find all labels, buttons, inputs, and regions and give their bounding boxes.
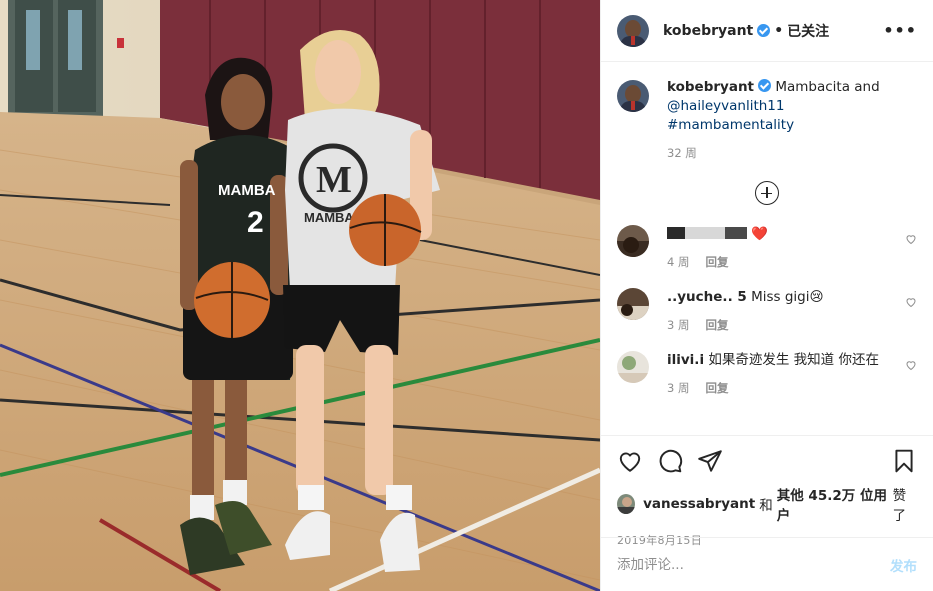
save-bookmark-icon[interactable] (891, 448, 917, 474)
red-heart-emoji: ❤️ (751, 226, 769, 242)
comment-time[interactable]: 3 周 (667, 380, 689, 396)
like-comment-heart-icon[interactable] (905, 233, 917, 245)
more-options-button[interactable]: ••• (883, 21, 917, 40)
likes-summary: vanessabryant 和 其他 45.2万 位用户 赞了 (617, 484, 917, 524)
svg-text:M: M (316, 159, 352, 201)
caption-avatar[interactable] (617, 80, 649, 112)
liker-avatar[interactable] (617, 494, 636, 514)
caption-time[interactable]: 32 周 (667, 145, 697, 161)
post-comment-button[interactable]: 发布 (890, 555, 917, 575)
verified-badge-icon (758, 79, 772, 92)
basketball-gym-photo: MAMBA 2 M MAMBA (0, 0, 600, 591)
reply-button[interactable]: 回复 (705, 254, 728, 270)
comment-time[interactable]: 3 周 (667, 317, 689, 333)
commenter-username[interactable]: ..yuche.. 5 (667, 289, 747, 305)
comment-text: ilivi.i 如果奇迹发生 我知道 你还在 (667, 351, 907, 370)
header-separator: • (774, 22, 784, 39)
load-more-comments (617, 181, 917, 205)
comment-bubble-icon[interactable] (657, 448, 683, 474)
action-icons (617, 446, 917, 476)
liker-username[interactable]: vanessabryant (643, 496, 755, 512)
commenter-avatar[interactable] (617, 351, 649, 383)
comment-item: ilivi.i 如果奇迹发生 我知道 你还在 3 周 回复 (617, 351, 917, 396)
comment-text: ..yuche.. 5 Miss gigi😢 (667, 288, 907, 307)
svg-text:MAMBA: MAMBA (304, 210, 354, 225)
author-avatar[interactable] (617, 14, 649, 47)
post-photo[interactable]: MAMBA 2 M MAMBA (0, 0, 600, 591)
load-more-plus-icon[interactable] (755, 181, 779, 205)
post-header: kobebryant • 已关注 ••• (601, 0, 933, 62)
post-actions: vanessabryant 和 其他 45.2万 位用户 赞了 2019年8月1… (601, 435, 933, 547)
comment-body: 如果奇迹发生 我知道 你还在 (708, 352, 879, 368)
svg-text:MAMBA: MAMBA (218, 182, 276, 199)
svg-text:2: 2 (247, 206, 264, 239)
reply-button[interactable]: 回复 (705, 317, 728, 333)
mention-link[interactable]: @haileyvanlith11 (667, 98, 784, 114)
likes-and: 和 (759, 498, 773, 514)
reply-button[interactable]: 回复 (705, 380, 728, 396)
caption-username[interactable]: kobebryant (667, 79, 754, 95)
instagram-post: MAMBA 2 M MAMBA kobebryant • 已关注 ••• kob… (0, 0, 933, 591)
verified-badge-icon (757, 24, 771, 37)
post-panel: kobebryant • 已关注 ••• kobebryant Mambacit… (600, 0, 933, 591)
share-paper-plane-icon[interactable] (697, 448, 723, 474)
caption: kobebryant Mambacita and @haileyvanlith1… (617, 78, 917, 161)
comment-input[interactable] (617, 556, 890, 573)
caption-body: Mambacita and (775, 79, 880, 95)
like-heart-icon[interactable] (617, 448, 643, 474)
like-comment-heart-icon[interactable] (905, 296, 917, 308)
comment-meta: 4 周 回复 (667, 254, 907, 270)
hashtag-link[interactable]: #mambamentality (667, 117, 794, 133)
comments-section[interactable]: kobebryant Mambacita and @haileyvanlith1… (601, 62, 933, 435)
likes-count[interactable]: 其他 45.2万 位用户 (777, 484, 889, 524)
comment-body: Miss gigi😢 (751, 289, 824, 305)
author-username[interactable]: kobebryant (663, 23, 753, 39)
like-comment-heart-icon[interactable] (905, 359, 917, 371)
comment-meta: 3 周 回复 (667, 380, 907, 396)
redacted-username[interactable] (667, 226, 747, 239)
commenter-avatar[interactable] (617, 288, 649, 320)
likes-suffix: 赞了 (892, 488, 907, 524)
following-button[interactable]: 已关注 (787, 21, 829, 41)
caption-text: kobebryant Mambacita and @haileyvanlith1… (667, 78, 907, 135)
commenter-username[interactable]: ilivi.i (667, 352, 704, 368)
comment-meta: 3 周 回复 (667, 317, 907, 333)
comment-item: ..yuche.. 5 Miss gigi😢 3 周 回复 (617, 288, 917, 333)
comment-time[interactable]: 4 周 (667, 254, 689, 270)
caption-meta: 32 周 (667, 145, 907, 161)
commenter-avatar[interactable] (617, 225, 649, 257)
comment-item: ❤️ 4 周 回复 (617, 225, 917, 270)
comment-text: ❤️ (667, 225, 907, 244)
add-comment-bar: 发布 (601, 537, 933, 591)
